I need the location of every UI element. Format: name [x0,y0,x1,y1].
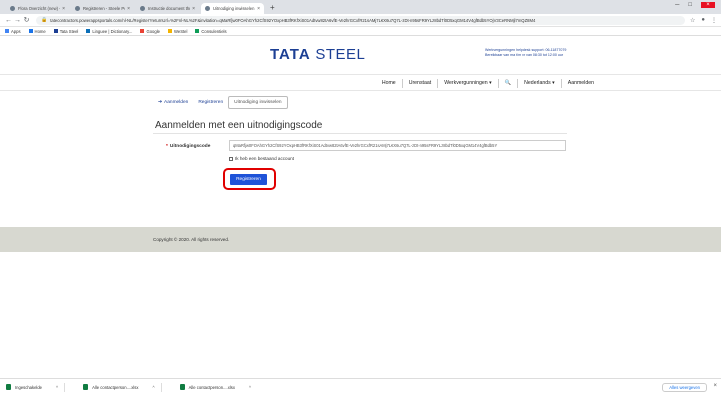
close-icon[interactable]: × [192,6,195,12]
favicon-icon [75,6,80,11]
bookmark-icon [167,29,172,33]
existing-account-option[interactable]: Ik heb een bestaand account [229,156,294,161]
invitation-code-input[interactable]: qMaRfjw0FOAhGYh2CfS92YOxpHB3fRKfXiS01Adt… [229,140,566,151]
main-nav: Home Urenstaat Werkvergunningen ▾ 🔍 Nede… [0,74,721,91]
bookmark-tata-steel[interactable]: Tata Steel [53,29,78,34]
tab-title: Uitnodiging inwisselen - Steele ... [213,6,255,11]
browser-tab[interactable]: Flora Overzicht (new) - Steele ...× [6,3,69,14]
close-icon[interactable]: × [62,6,65,12]
download-item[interactable]: Alle contactperson....xlsx ^ [83,382,162,392]
chevron-up-icon[interactable]: ^ [56,385,58,390]
maximize-icon[interactable]: □ [688,2,692,8]
bookmark-home[interactable]: Home [28,29,46,34]
bookmark-icon [53,29,58,33]
browser-tab-strip: Flora Overzicht (new) - Steele ...× Regi… [0,0,721,14]
browser-toolbar: ← → ↻ 🔒 tatecontractors.powerappsportals… [0,14,721,27]
bookmark-icon [195,29,200,33]
apps-icon [5,29,9,33]
back-icon[interactable]: ← [4,17,13,24]
existing-account-checkbox[interactable] [229,156,233,161]
reload-icon[interactable]: ↻ [22,16,31,24]
copyright-text: Copyright © 2020. All rights reserved. [153,237,230,242]
excel-file-icon [83,384,89,390]
page-content: TATA STEEL Werkvergunningen helpdesk sup… [0,36,721,378]
bookmark-consulentiels[interactable]: Consulentiels [195,29,227,34]
browser-tab-active[interactable]: Uitnodiging inwisselen - Steele ...× [201,3,264,14]
tab-title: Flora Overzicht (new) - Steele ... [18,6,60,11]
nav-language[interactable]: Nederlands ▾ [518,80,561,86]
signin-arrow-icon: ➔ [158,100,163,105]
bookmark-google[interactable]: Google [140,29,160,34]
bookmark-linguee[interactable]: Linguee | Dictionary... [86,29,132,34]
tab-title: Registreren - Steele Portal [83,6,125,11]
chevron-up-icon[interactable]: ^ [249,385,251,390]
close-icon[interactable]: × [257,6,260,12]
highlight-annotation: Registreren [223,168,276,190]
nav-werkvergunningen[interactable]: Werkvergunningen ▾ [438,80,498,86]
tab-redeem-invitation[interactable]: Uitnodiging inwisselen [228,96,288,109]
invitation-code-label: * Uitnodigingscode [166,144,211,149]
nav-home[interactable]: Home [376,80,402,86]
tab-register[interactable]: Registreren [193,97,228,108]
close-icon[interactable]: × [127,6,130,12]
nav-urenstaat[interactable]: Urenstaat [403,80,438,86]
bookmark-icon [28,29,33,33]
footer: Copyright © 2020. All rights reserved. [0,227,721,252]
bookmark-icon [86,29,91,33]
favicon-icon [205,6,210,11]
favicon-icon [140,6,145,11]
window-close-icon[interactable]: × [701,2,715,8]
new-tab-button[interactable]: + [270,3,275,14]
google-icon [140,29,145,33]
minimize-icon[interactable]: ─ [675,2,679,8]
tab-signin[interactable]: ➔ Aanmelden [153,97,193,108]
helpdesk-info: Werkvergunningen helpdesk support: 06-11… [485,48,567,57]
bookmark-apps[interactable]: Apps [5,29,21,34]
toolbar-icons: ☆ ● ⋮ [690,17,717,24]
excel-file-icon [6,384,11,390]
star-icon[interactable]: ☆ [690,17,695,24]
favicon-icon [10,6,15,11]
bookmark-westel[interactable]: WeStel [167,29,187,34]
divider [153,133,567,134]
url-text: tatecontractors.powerappsportals.com/nl-… [50,17,536,23]
register-button[interactable]: Registreren [230,174,267,185]
download-bar: Ingeschakelde ^ Alle contactperson....xl… [0,378,721,395]
menu-icon[interactable]: ⋮ [711,17,717,24]
address-bar[interactable]: 🔒 tatecontractors.powerappsportals.com/n… [36,15,685,25]
existing-account-label: Ik heb een bestaand account [235,156,294,161]
nav-signin[interactable]: Aanmelden [562,80,600,86]
browser-tab[interactable]: Registreren - Steele Portal× [71,3,134,14]
auth-tabs: ➔ Aanmelden Registreren Uitnodiging inwis… [153,96,288,109]
download-item[interactable]: Ingeschakelde ^ [6,382,66,392]
close-icon[interactable]: × [713,383,717,389]
download-item[interactable]: Alle contactperson....xlsx ^ [179,384,251,390]
excel-file-icon [179,384,185,390]
browser-tab[interactable]: Instructie document three portal× [136,3,199,14]
window-controls: ─ □ × [675,2,715,8]
search-icon[interactable]: 🔍 [499,80,517,86]
profile-icon[interactable]: ● [701,17,705,24]
forward-icon[interactable]: → [13,17,22,24]
tab-title: Instructie document three portal [148,6,190,11]
bookmarks-bar: Apps Home Tata Steel Linguee | Dictionar… [0,27,721,36]
show-all-downloads-button[interactable]: Alles weergeven [662,383,707,392]
chevron-up-icon[interactable]: ^ [152,385,154,390]
page-title: Aanmelden met een uitnodigingscode [155,120,323,131]
lock-icon: 🔒 [41,17,48,23]
tata-steel-logo[interactable]: TATA STEEL [270,46,365,63]
